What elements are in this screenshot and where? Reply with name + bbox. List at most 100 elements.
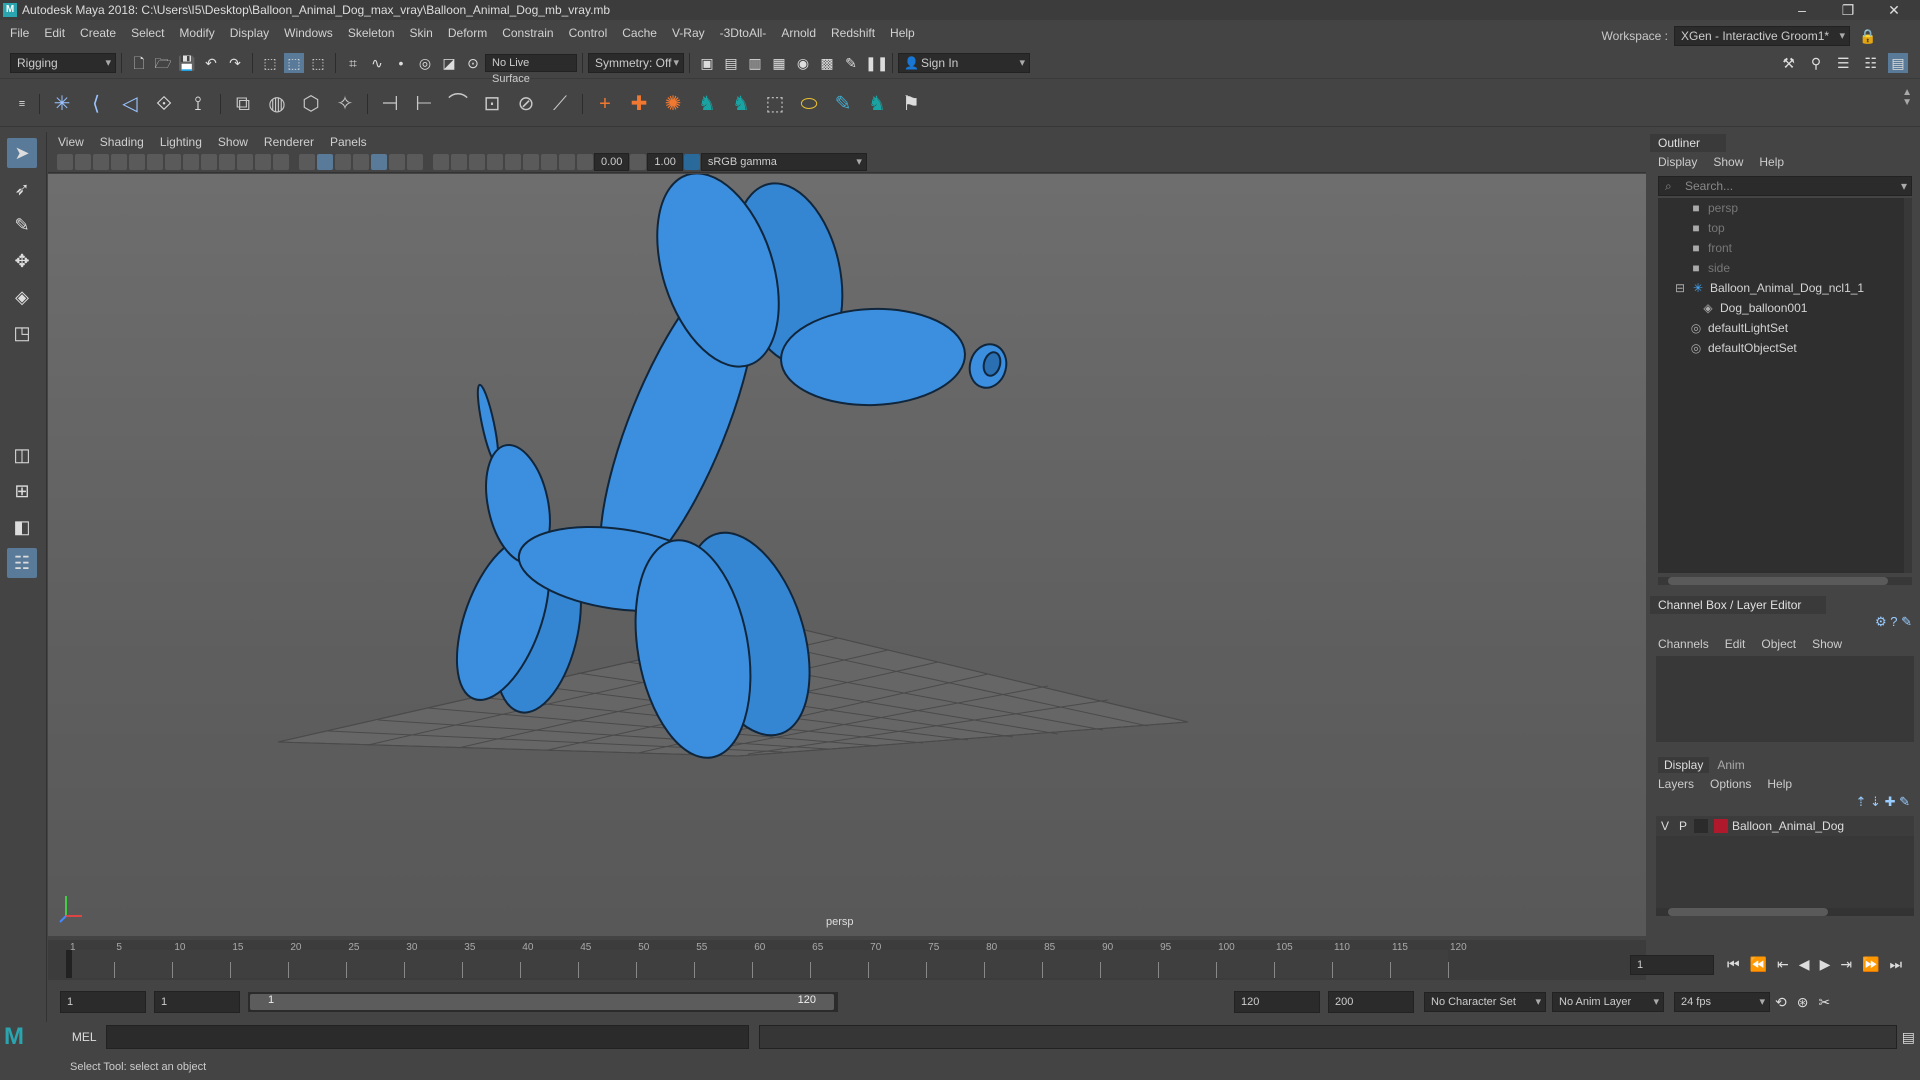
grid-toggle-icon[interactable] [165, 154, 181, 170]
menu-help[interactable]: Help [890, 26, 915, 40]
wireframe-on-shaded-icon[interactable] [353, 154, 369, 170]
hypershade-icon[interactable]: ◉ [793, 53, 813, 73]
preferences-icon[interactable]: ✂ [1818, 994, 1830, 1011]
outliner-layout-icon[interactable]: ☷ [7, 548, 37, 578]
layer-menu-help[interactable]: Help [1767, 777, 1792, 791]
light-editor-icon[interactable]: ✎ [841, 53, 861, 73]
step-forward-key-icon[interactable]: ⏩ [1862, 956, 1879, 973]
collapse-icon[interactable]: ⊟ [1674, 278, 1686, 298]
script-editor-icon[interactable]: ▤ [1902, 1029, 1915, 1046]
menu-arnold[interactable]: Arnold [781, 26, 816, 40]
exposure-icon[interactable] [577, 154, 593, 170]
channelbox-menu-channels[interactable]: Channels [1658, 637, 1709, 651]
ik-handle-icon[interactable]: ⟨ [82, 90, 110, 118]
snap-grid-icon[interactable]: ⌗ [343, 53, 363, 73]
viewport-menu-show[interactable]: Show [218, 135, 248, 149]
field-chart-icon[interactable] [237, 154, 253, 170]
outliner-item-default-light-set[interactable]: ◎ defaultLightSet [1658, 318, 1912, 338]
single-perspective-layout-icon[interactable]: ◫ [7, 440, 37, 470]
outliner-item-default-object-set[interactable]: ◎ defaultObjectSet [1658, 338, 1912, 358]
layer-row-balloon-dog[interactable]: V P Balloon_Animal_Dog [1656, 816, 1914, 836]
layer-type-toggle[interactable] [1694, 819, 1708, 833]
rotate-tool-icon[interactable]: ◈ [7, 282, 37, 312]
scrollbar-thumb[interactable] [1668, 577, 1888, 585]
gate-mask-icon[interactable] [219, 154, 235, 170]
outliner-menu-help[interactable]: Help [1759, 155, 1784, 169]
wireframe-icon[interactable] [299, 154, 315, 170]
outliner-item-side[interactable]: ■ side [1658, 258, 1912, 278]
character-set-icon[interactable]: ⚑ [897, 90, 925, 118]
locator-icon[interactable]: ⊣ [376, 90, 404, 118]
wrap-deformer-icon[interactable]: ✎ [829, 90, 857, 118]
pause-viewport-icon[interactable]: ❚❚ [865, 53, 888, 73]
channelbox-menu-object[interactable]: Object [1761, 637, 1796, 651]
chevron-down-icon[interactable]: ▾ [1901, 177, 1907, 195]
menu-edit[interactable]: Edit [44, 26, 65, 40]
depth-of-field-icon[interactable] [487, 154, 503, 170]
end-time-field[interactable]: 200 [1328, 991, 1414, 1013]
ipr-render-icon[interactable]: ▥ [745, 53, 765, 73]
ambient-occlusion-icon[interactable] [433, 154, 449, 170]
menu-cache[interactable]: Cache [622, 26, 657, 40]
outliner-item-dog-balloon[interactable]: ◈ Dog_balloon001 [1658, 298, 1912, 318]
minimize-button[interactable]: – [1780, 0, 1824, 20]
xray-icon[interactable] [523, 154, 539, 170]
move-tool-icon[interactable]: ✥ [7, 246, 37, 276]
menu-3dtoall[interactable]: -3DtoAll- [720, 26, 767, 40]
menu-vray[interactable]: V-Ray [672, 26, 705, 40]
hik-create-icon[interactable]: + [591, 90, 619, 118]
viewport-menu-renderer[interactable]: Renderer [264, 135, 314, 149]
edit-icon[interactable]: ✎ [1901, 614, 1912, 629]
scrollbar-thumb[interactable] [1668, 908, 1828, 916]
menu-create[interactable]: Create [80, 26, 116, 40]
render-settings-icon[interactable]: ▦ [769, 53, 789, 73]
layer-color-swatch[interactable] [1714, 819, 1728, 833]
outliner-vertical-scrollbar[interactable] [1904, 198, 1912, 573]
shelf-scroll-icon[interactable]: ▲ ▼ [1902, 88, 1912, 108]
safe-action-icon[interactable] [255, 154, 271, 170]
paint-select-tool-icon[interactable]: ✎ [7, 210, 37, 240]
parent-constraint-icon[interactable]: ⊢ [410, 90, 438, 118]
blend-shape-icon[interactable]: ⬭ [795, 90, 823, 118]
sign-in-dropdown[interactable]: 👤 Sign In [898, 53, 1030, 73]
four-view-layout-icon[interactable]: ⊞ [7, 476, 37, 506]
point-constraint-icon[interactable]: ⌒ [444, 90, 472, 118]
menu-skin[interactable]: Skin [410, 26, 433, 40]
snap-curve-icon[interactable]: ∿ [367, 53, 387, 73]
menu-display[interactable]: Display [230, 26, 269, 40]
command-input[interactable] [105, 1025, 750, 1049]
outliner-horizontal-scrollbar[interactable] [1658, 577, 1912, 585]
playback-start-field[interactable]: 1 [154, 991, 240, 1013]
viewport-menu-panels[interactable]: Panels [330, 135, 367, 149]
gamma-icon[interactable] [630, 154, 647, 170]
cluster-icon[interactable]: ✧ [331, 90, 359, 118]
step-forward-frame-icon[interactable]: ⇥ [1840, 956, 1852, 973]
snap-surface-icon[interactable]: ◪ [439, 53, 459, 73]
select-tool-icon[interactable]: ➤ [7, 138, 37, 168]
select-hierarchy-icon[interactable]: ⬚ [260, 53, 280, 73]
move-layer-down-icon[interactable]: ⇣ [1870, 794, 1881, 809]
outliner-item-persp[interactable]: ■ persp [1658, 198, 1912, 218]
live-surface-field[interactable]: No Live Surface [485, 54, 577, 85]
go-to-end-icon[interactable]: ⏭ [1890, 956, 1903, 973]
shelf-options-icon[interactable]: ≡ [12, 94, 32, 114]
default-material-icon[interactable] [335, 154, 351, 170]
shadows-icon[interactable] [407, 154, 423, 170]
xray-joints-icon[interactable] [541, 154, 557, 170]
gamma-field[interactable]: 1.00 [647, 153, 683, 171]
orient-constraint-icon[interactable]: ⊡ [478, 90, 506, 118]
redo-icon[interactable]: ↷ [225, 53, 245, 73]
channelbox-menu-show[interactable]: Show [1812, 637, 1842, 651]
new-layer-selected-icon[interactable]: ✎ [1899, 794, 1910, 809]
snap-point-icon[interactable]: • [391, 53, 411, 73]
smooth-shade-icon[interactable] [317, 154, 333, 170]
outliner-menu-display[interactable]: Display [1658, 155, 1697, 169]
lock-icon[interactable]: 🔒 [1858, 26, 1878, 46]
move-layer-up-icon[interactable]: ⇡ [1856, 794, 1867, 809]
render-setup-icon[interactable]: ▩ [817, 53, 837, 73]
range-slider[interactable]: 1 120 [248, 992, 838, 1012]
outliner-item-front[interactable]: ■ front [1658, 238, 1912, 258]
film-gate-icon[interactable] [183, 154, 199, 170]
tab-anim[interactable]: Anim [1717, 758, 1744, 772]
command-language-label[interactable]: MEL [72, 1030, 102, 1044]
